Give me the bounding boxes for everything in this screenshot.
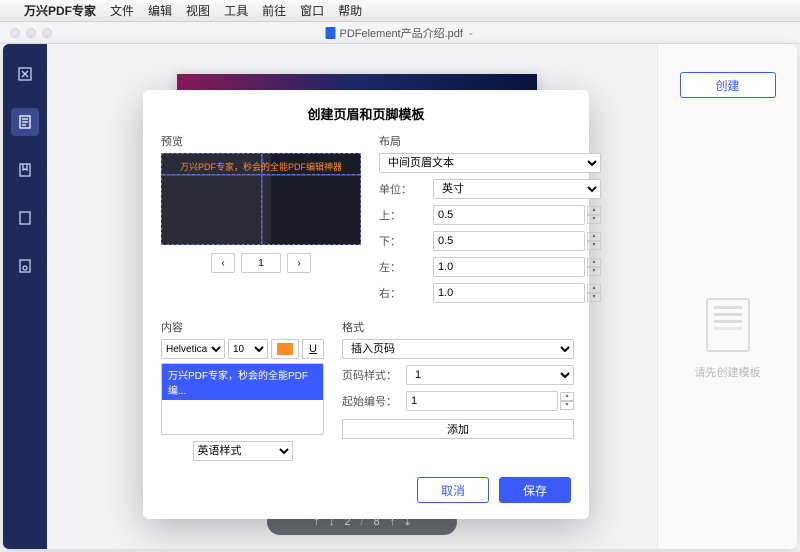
preview-label: 预览	[161, 133, 361, 149]
font-color-picker[interactable]	[271, 339, 299, 359]
right-input[interactable]	[433, 283, 585, 303]
right-panel: 创建 请先创建模板	[657, 44, 797, 549]
preview-next-button[interactable]: ›	[287, 253, 311, 273]
template-placeholder: 请先创建模板	[695, 298, 761, 380]
menu-view[interactable]: 视图	[186, 2, 210, 19]
document-title: PDFelement产品介绍.pdf	[339, 25, 462, 41]
format-label: 格式	[342, 319, 574, 335]
preview-header-text: 万兴PDF专家，秒会的全能PDF编辑神器	[162, 160, 360, 173]
start-spin-down[interactable]: ▾	[560, 401, 574, 410]
right-spin-up[interactable]: ▴	[587, 284, 601, 293]
top-input[interactable]	[433, 205, 585, 225]
right-label: 右：	[379, 285, 433, 301]
sidebar-page-icon[interactable]	[11, 108, 39, 136]
left-spin-up[interactable]: ▴	[587, 258, 601, 267]
menu-help[interactable]: 帮助	[338, 2, 362, 19]
sidebar-bookmark-icon[interactable]	[11, 156, 39, 184]
pdf-file-icon	[325, 27, 335, 39]
preview-area[interactable]: 万兴PDF专家，秒会的全能PDF编辑神器	[161, 153, 361, 245]
preview-page-input[interactable]	[241, 253, 281, 273]
page-style-label: 页码样式：	[342, 367, 406, 383]
menu-tools[interactable]: 工具	[224, 2, 248, 19]
dialog-footer: 取消 保存	[161, 477, 571, 503]
bottom-label: 下：	[379, 233, 433, 249]
system-menubar: 万兴PDF专家 文件 编辑 视图 工具 前往 窗口 帮助	[0, 0, 800, 22]
template-placeholder-icon	[706, 298, 750, 352]
title-chevron-icon[interactable]: ⌄	[467, 27, 475, 38]
page-style-select[interactable]: 1	[406, 365, 574, 385]
sidebar-attachment-icon[interactable]	[11, 252, 39, 280]
app-window: 2 ⤒ ↓ 2 / 8 ↑ ⤓ 创建 请先创建模板 创建页眉和页脚模板 预览 万…	[3, 44, 797, 549]
font-name-select[interactable]: Helvetica	[161, 339, 225, 359]
menu-file[interactable]: 文件	[110, 2, 134, 19]
create-button[interactable]: 创建	[680, 72, 776, 98]
left-input[interactable]	[433, 257, 585, 277]
preview-prev-button[interactable]: ‹	[211, 253, 235, 273]
header-footer-dialog: 创建页眉和页脚模板 预览 万兴PDF专家，秒会的全能PDF编辑神器 ‹ › 布局…	[143, 90, 589, 519]
add-button[interactable]: 添加	[342, 419, 574, 439]
left-spin-down[interactable]: ▾	[587, 267, 601, 276]
start-spin-up[interactable]: ▴	[560, 392, 574, 401]
menu-go[interactable]: 前往	[262, 2, 286, 19]
zoom-window-icon[interactable]	[42, 28, 52, 38]
template-placeholder-text: 请先创建模板	[695, 364, 761, 380]
minimize-window-icon[interactable]	[26, 28, 36, 38]
content-label: 内容	[161, 319, 324, 335]
bottom-input[interactable]	[433, 231, 585, 251]
close-window-icon[interactable]	[10, 28, 20, 38]
app-name-menu[interactable]: 万兴PDF专家	[24, 2, 96, 19]
start-num-label: 起始编号：	[342, 393, 406, 409]
window-title: PDFelement产品介绍.pdf ⌄	[325, 25, 474, 41]
top-spin-down[interactable]: ▾	[587, 215, 601, 224]
font-size-select[interactable]: 10	[228, 339, 268, 359]
menu-edit[interactable]: 编辑	[148, 2, 172, 19]
layout-label: 布局	[379, 133, 601, 149]
traffic-lights	[0, 28, 52, 38]
bottom-spin-down[interactable]: ▾	[587, 241, 601, 250]
sidebar-close-icon[interactable]	[11, 60, 39, 88]
content-textarea[interactable]: 万兴PDF专家，秒会的全能PDF编...	[161, 363, 324, 435]
unit-select[interactable]: 英寸	[433, 179, 601, 199]
cancel-button[interactable]: 取消	[417, 477, 489, 503]
top-label: 上：	[379, 207, 433, 223]
color-swatch-icon	[277, 343, 293, 355]
underline-button[interactable]: U	[302, 339, 324, 359]
window-titlebar: PDFelement产品介绍.pdf ⌄	[0, 22, 800, 44]
right-spin-down[interactable]: ▾	[587, 293, 601, 302]
language-style-select[interactable]: 英语样式	[193, 441, 293, 461]
content-text-line[interactable]: 万兴PDF专家，秒会的全能PDF编...	[162, 364, 323, 400]
start-num-input[interactable]	[406, 391, 558, 411]
insert-select[interactable]: 插入页码	[342, 339, 574, 359]
position-select[interactable]: 中间页眉文本	[379, 153, 601, 173]
save-button[interactable]: 保存	[499, 477, 571, 503]
unit-label: 单位：	[379, 181, 433, 197]
left-sidebar	[3, 44, 47, 549]
menu-window[interactable]: 窗口	[300, 2, 324, 19]
top-spin-up[interactable]: ▴	[587, 206, 601, 215]
bottom-spin-up[interactable]: ▴	[587, 232, 601, 241]
dialog-title: 创建页眉和页脚模板	[161, 104, 571, 123]
left-label: 左：	[379, 259, 433, 275]
preview-nav: ‹ ›	[161, 253, 361, 273]
sidebar-blank-page-icon[interactable]	[11, 204, 39, 232]
